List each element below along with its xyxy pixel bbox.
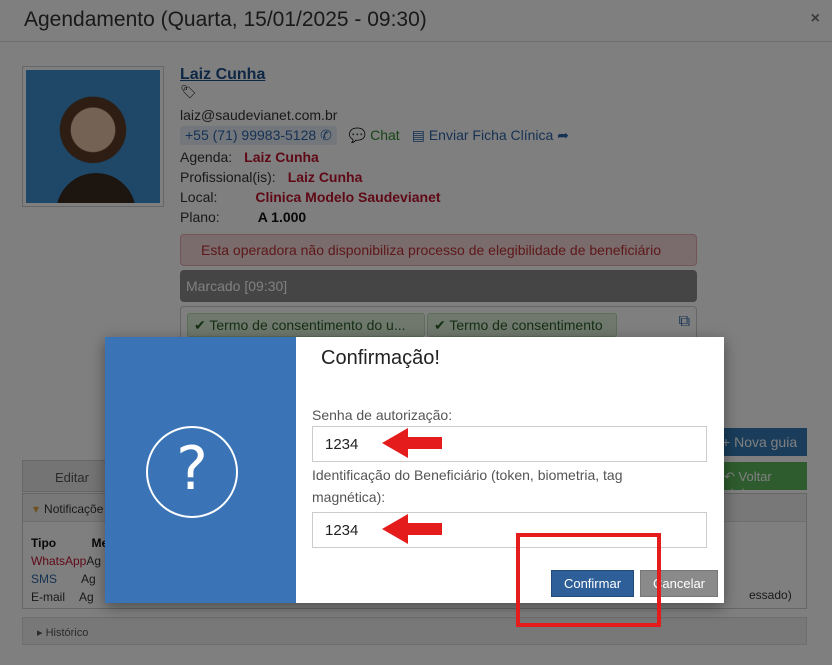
dialog-title: Confirmação! [321,347,440,369]
authorization-password-label: Senha de autorização: [312,407,453,423]
beneficiary-id-label: Identificação do Beneficiário (token, bi… [312,467,623,505]
authorization-password-input[interactable] [312,426,707,462]
question-icon: ? [146,426,238,518]
dialog-side-panel: ? [105,337,296,603]
annotation-arrow-icon [382,514,442,544]
annotation-arrow-icon [382,428,442,458]
annotation-highlight-box [516,533,661,627]
